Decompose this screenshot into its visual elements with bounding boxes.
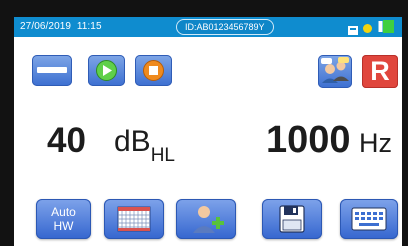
device-id-badge: ID:AB0123456789Y xyxy=(176,19,274,35)
save-button[interactable] xyxy=(262,199,322,239)
status-datetime: 27/06/2019 11:15 xyxy=(20,21,102,32)
frequency-unit: Hz xyxy=(359,128,392,158)
patient-response-button[interactable] xyxy=(318,55,352,88)
level-unit-sub: HL xyxy=(150,145,175,166)
level-unit-main: dB xyxy=(114,125,151,158)
add-patient-button[interactable] xyxy=(176,199,236,239)
status-date: 27/06/2019 xyxy=(20,21,72,32)
level-value[interactable]: 40 xyxy=(47,121,86,161)
floppy-disk-icon xyxy=(279,205,305,233)
minus-icon xyxy=(37,67,67,73)
stop-icon xyxy=(143,60,164,81)
play-button[interactable] xyxy=(88,55,125,86)
add-patient-icon xyxy=(193,206,224,233)
auto-hw-line2: HW xyxy=(53,219,74,233)
battery-icon xyxy=(378,20,394,33)
ear-side-label: R xyxy=(370,56,390,86)
keyboard-button[interactable] xyxy=(340,199,398,239)
record-button[interactable] xyxy=(135,55,172,86)
keyboard-icon xyxy=(351,207,387,231)
auto-hw-line1: Auto xyxy=(51,205,76,219)
patient-talk-icon xyxy=(321,57,349,83)
status-bar: 27/06/2019 11:15 ID:AB0123456789Y xyxy=(14,17,402,37)
level-unit: dBHL xyxy=(114,125,175,166)
device-frame: 27/06/2019 11:15 ID:AB0123456789Y R 40 d… xyxy=(0,0,408,246)
connection-icon xyxy=(362,21,373,33)
auto-hw-button[interactable]: Auto HW xyxy=(36,199,91,239)
stop-button[interactable] xyxy=(32,55,72,86)
audiogram-button[interactable] xyxy=(104,199,164,239)
audiogram-grid-icon xyxy=(117,206,151,232)
ear-side-indicator[interactable]: R xyxy=(362,55,398,88)
play-icon xyxy=(96,60,117,81)
screen: 27/06/2019 11:15 ID:AB0123456789Y R 40 d… xyxy=(14,17,402,246)
status-time: 11:15 xyxy=(76,21,102,32)
frequency-value[interactable]: 1000 xyxy=(266,119,351,161)
storage-icon xyxy=(348,22,358,35)
